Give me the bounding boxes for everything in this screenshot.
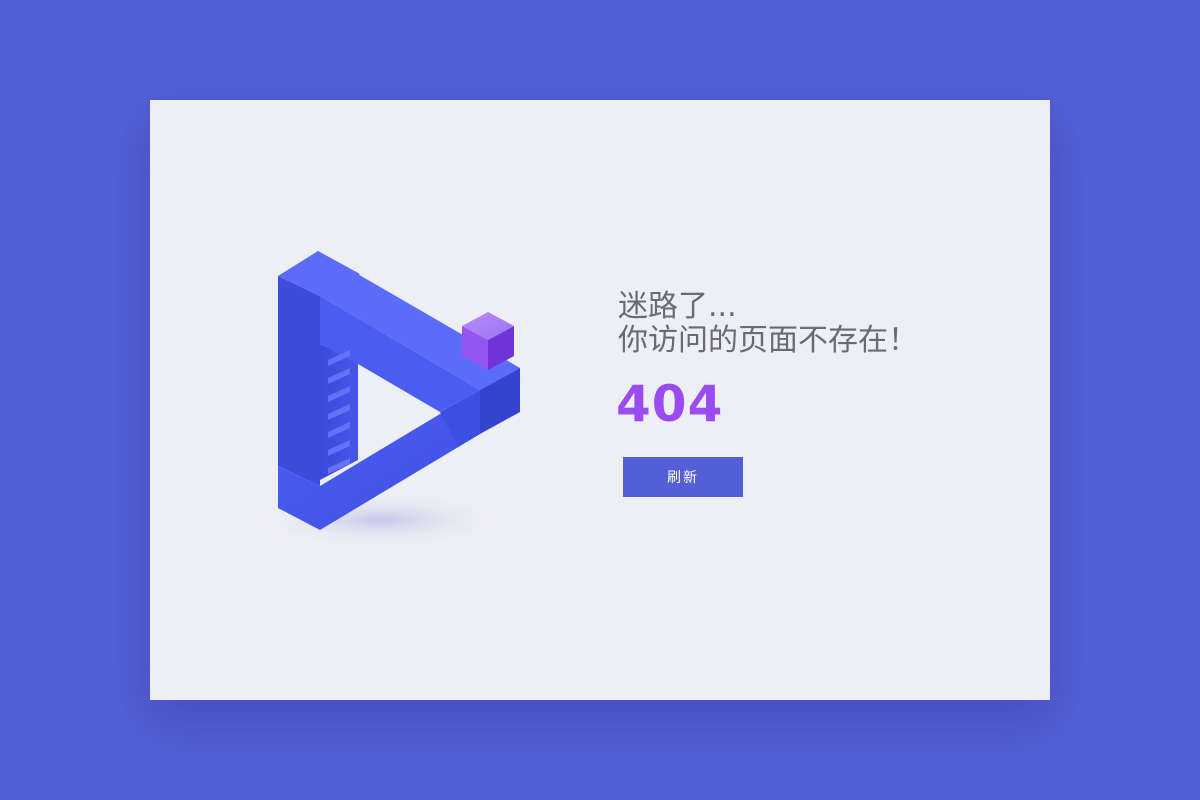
impossible-triangle-illustration bbox=[250, 240, 550, 560]
refresh-button[interactable]: 刷新 bbox=[623, 457, 743, 497]
impossible-triangle-icon bbox=[250, 251, 530, 548]
page-not-found-text: 你访问的页面不存在！ bbox=[618, 323, 918, 358]
error-code: 404 bbox=[616, 375, 724, 433]
lost-heading: 迷路了... bbox=[618, 289, 737, 324]
error-message: 迷路了... 你访问的页面不存在！ bbox=[618, 290, 998, 358]
error-card: 迷路了... 你访问的页面不存在！ 404 刷新 bbox=[150, 100, 1050, 700]
